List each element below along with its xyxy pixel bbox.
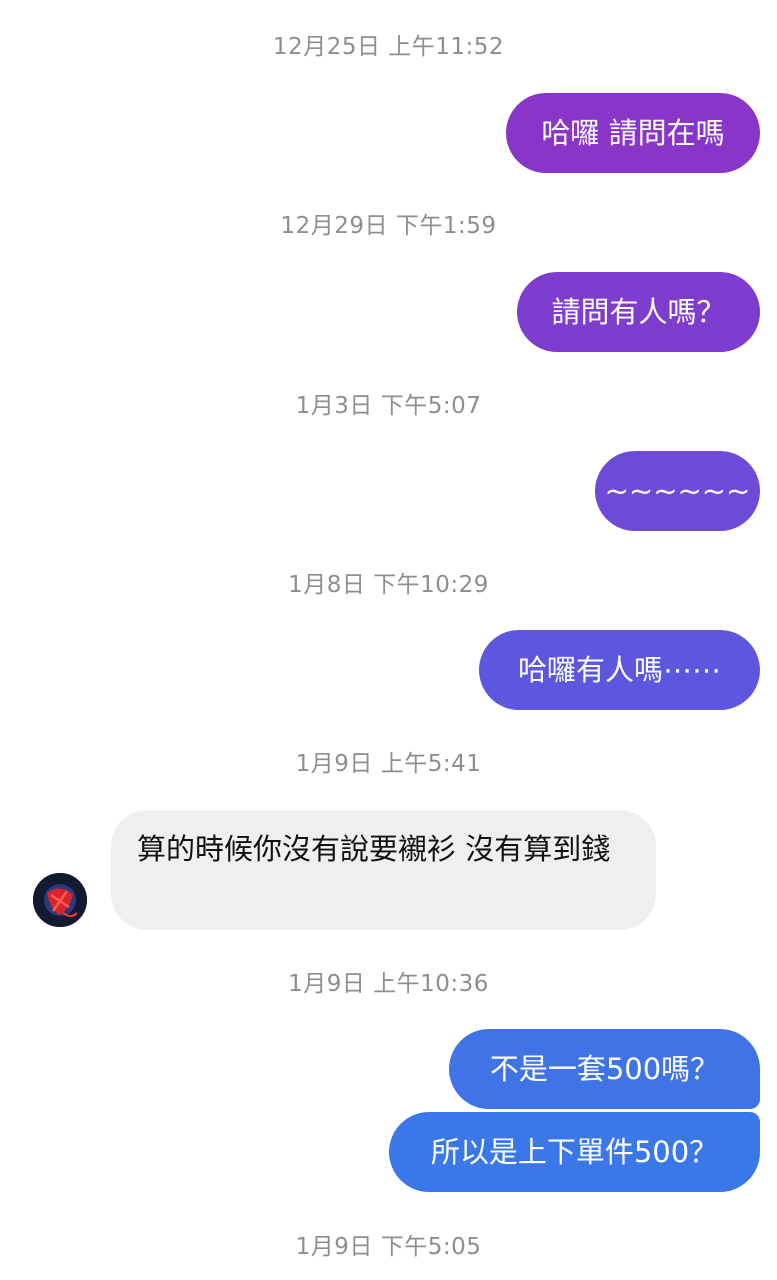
sent-message[interactable]: 所以是上下單件500？ <box>389 1112 760 1192</box>
sent-message[interactable]: 哈囉有人嗎⋯⋯ <box>479 630 760 710</box>
timestamp: 1月9日 上午5:41 <box>295 751 482 777</box>
sent-message[interactable]: 不是一套500嗎？ <box>449 1029 760 1109</box>
chat-thread[interactable]: 12月25日 上午11:52 哈囉 請問在嗎 12月29日 下午1:59 請問有… <box>0 0 777 1280</box>
timestamp: 12月25日 上午11:52 <box>272 34 505 60</box>
timestamp: 12月29日 下午1:59 <box>280 213 497 239</box>
timestamp: 1月9日 上午10:36 <box>288 971 489 997</box>
sent-message[interactable]: 請問有人嗎？ <box>517 272 760 352</box>
avatar-icon <box>33 873 87 927</box>
timestamp: 1月3日 下午5:07 <box>295 393 482 419</box>
timestamp: 1月9日 下午5:05 <box>295 1234 482 1260</box>
sent-message[interactable]: 哈囉 請問在嗎 <box>506 93 760 173</box>
received-message[interactable]: 算的時候你沒有說要襯衫 沒有算到錢 <box>111 810 656 930</box>
sent-message[interactable]: ~~~~~~ <box>595 451 760 531</box>
timestamp: 1月8日 下午10:29 <box>288 572 489 598</box>
contact-avatar[interactable] <box>33 873 87 927</box>
